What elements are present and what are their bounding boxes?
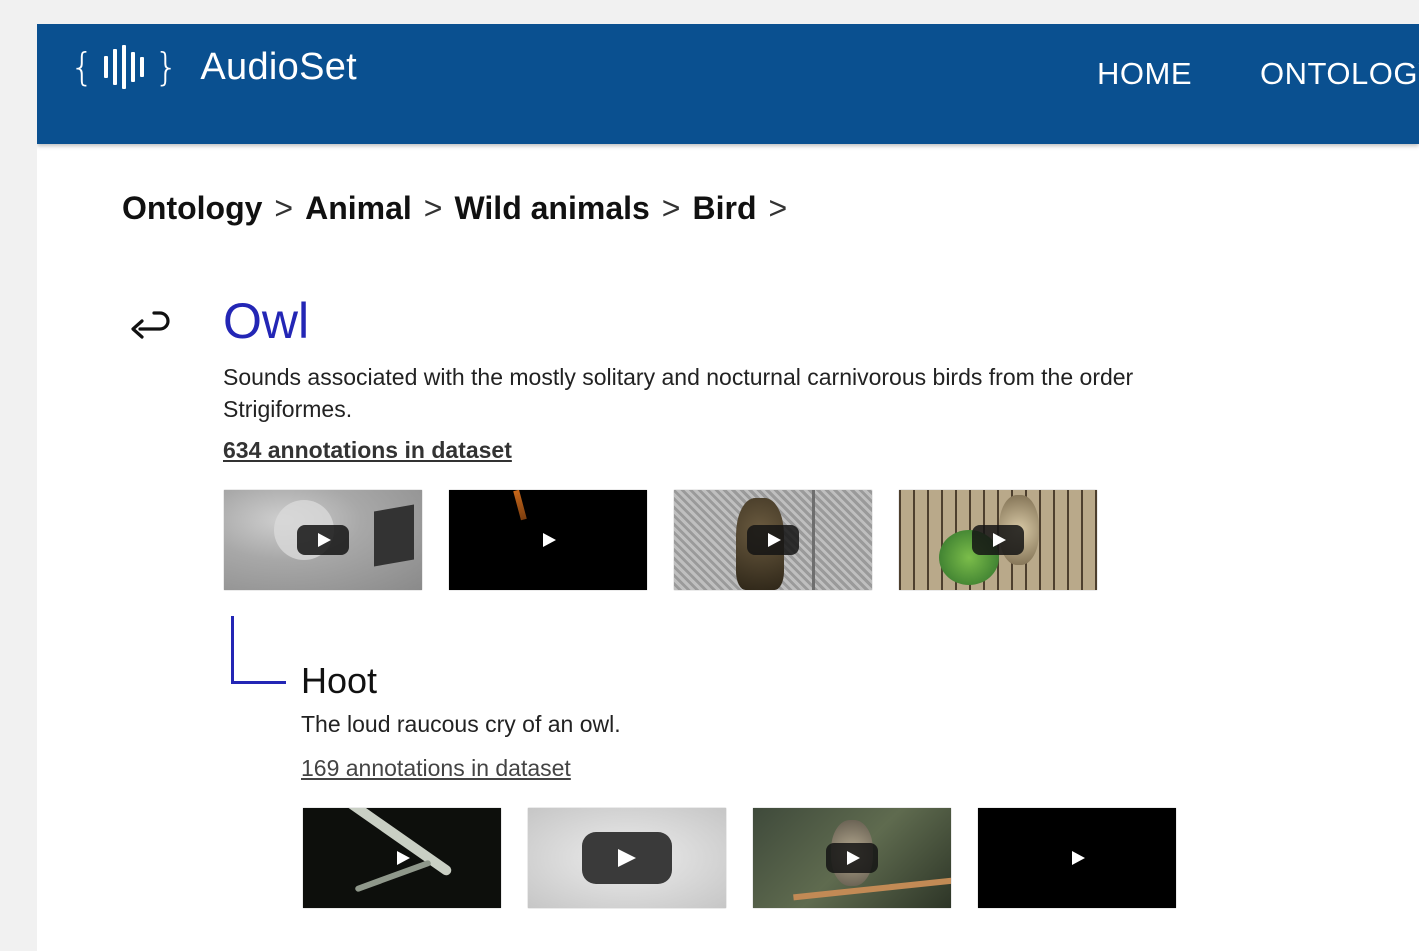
subcategory-annotations-link[interactable]: 169 annotations in dataset	[301, 755, 571, 782]
thumbnail-image	[812, 490, 815, 590]
play-icon	[826, 843, 878, 873]
hoot-video-thumbnails	[303, 808, 1176, 908]
play-icon	[376, 843, 428, 873]
video-thumbnail[interactable]	[303, 808, 501, 908]
video-thumbnail[interactable]	[899, 490, 1097, 590]
play-icon	[297, 525, 349, 555]
breadcrumb: Ontology > Animal > Wild animals > Bird >	[122, 190, 799, 227]
video-thumbnail[interactable]	[224, 490, 422, 590]
thumbnail-image	[513, 490, 527, 521]
audioset-logo[interactable]: { } AudioSet	[70, 42, 357, 92]
breadcrumb-separator: >	[423, 190, 443, 226]
subcategory-title[interactable]: Hoot	[301, 660, 377, 702]
page: { } AudioSet HOME ONTOLOGY Ontology > Anim…	[37, 24, 1419, 951]
video-thumbnail[interactable]	[528, 808, 726, 908]
breadcrumb-separator: >	[768, 190, 788, 226]
category-annotations-link[interactable]: 634 annotations in dataset	[223, 437, 512, 464]
video-thumbnail[interactable]	[449, 490, 647, 590]
play-icon	[522, 525, 574, 555]
breadcrumb-separator: >	[274, 190, 294, 226]
nav-ontology[interactable]: ONTOLOGY	[1260, 56, 1419, 92]
child-connector-line	[231, 616, 286, 684]
video-thumbnail[interactable]	[978, 808, 1176, 908]
video-thumbnail[interactable]	[753, 808, 951, 908]
logo-open-brace: {	[70, 45, 95, 89]
subcategory-description: The loud raucous cry of an owl.	[301, 711, 621, 737]
top-app-bar: { } AudioSet HOME ONTOLOGY	[37, 24, 1419, 144]
play-icon	[747, 525, 799, 555]
play-icon	[972, 525, 1024, 555]
thumbnail-image	[793, 877, 951, 901]
breadcrumb-item-animal[interactable]: Animal	[305, 190, 412, 226]
nav-home[interactable]: HOME	[1097, 56, 1192, 92]
logo-text: AudioSet	[200, 46, 358, 88]
logo-close-brace: }	[154, 45, 179, 89]
waveform-icon	[104, 42, 145, 92]
category-description: Sounds associated with the mostly solita…	[223, 364, 1134, 422]
thumbnail-image	[374, 504, 414, 567]
return-arrow-icon[interactable]	[130, 309, 172, 345]
breadcrumb-item-wild-animals[interactable]: Wild animals	[454, 190, 649, 226]
breadcrumb-item-bird[interactable]: Bird	[692, 190, 756, 226]
play-icon	[582, 832, 672, 884]
owl-video-thumbnails	[224, 490, 1097, 590]
play-icon	[1051, 843, 1103, 873]
breadcrumb-separator: >	[661, 190, 681, 226]
breadcrumb-item-ontology[interactable]: Ontology	[122, 190, 262, 226]
video-thumbnail[interactable]	[674, 490, 872, 590]
category-title: Owl	[223, 293, 310, 349]
